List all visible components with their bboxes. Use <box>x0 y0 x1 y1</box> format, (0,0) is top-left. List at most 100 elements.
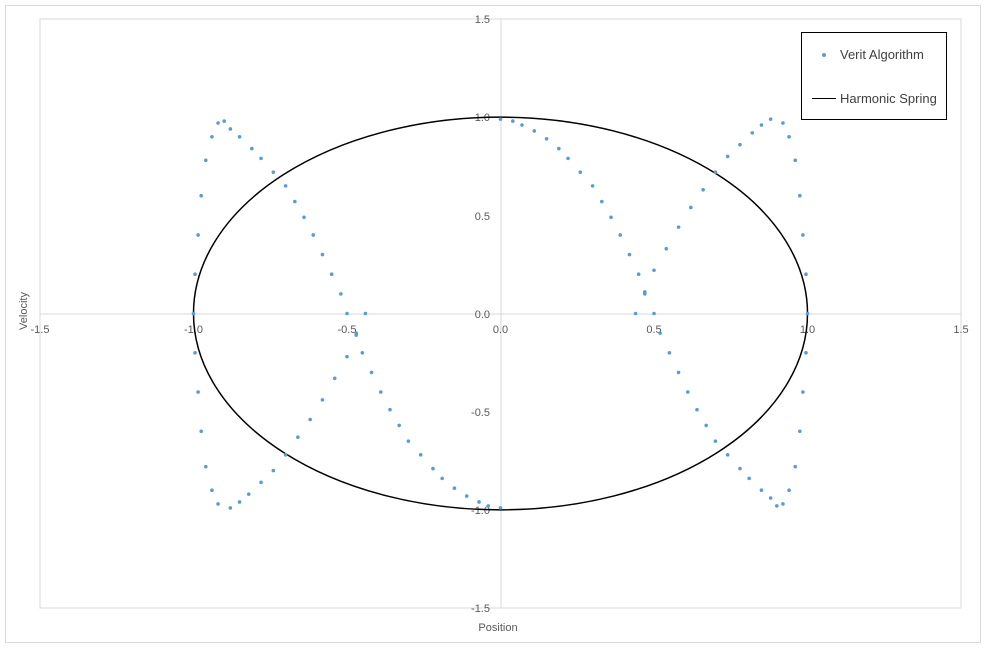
data-point <box>339 292 343 296</box>
data-point <box>701 188 705 192</box>
data-point <box>759 123 764 127</box>
data-point <box>210 135 214 139</box>
data-point <box>216 121 220 125</box>
data-point <box>738 142 742 147</box>
data-point <box>193 272 197 277</box>
data-point <box>388 407 392 412</box>
data-point <box>320 252 325 257</box>
data-point <box>793 158 798 163</box>
legend-item-harmonic-spring: Harmonic Spring <box>802 89 946 109</box>
data-point <box>440 476 444 481</box>
x-tick-label: -1.5 <box>31 324 50 336</box>
data-point <box>397 423 401 428</box>
data-point <box>713 170 718 174</box>
data-point <box>633 311 638 316</box>
legend-marker-dot-icon <box>822 53 826 57</box>
data-point <box>308 417 312 422</box>
data-point <box>296 435 300 439</box>
data-point <box>354 333 359 337</box>
data-point <box>557 146 561 151</box>
data-point <box>609 215 613 220</box>
data-point <box>618 233 623 237</box>
data-point <box>360 350 365 355</box>
data-point <box>804 272 808 277</box>
data-point <box>725 154 730 159</box>
data-point <box>498 117 503 121</box>
data-point <box>259 156 263 161</box>
y-tick-label: 0.5 <box>475 211 490 223</box>
data-point <box>781 121 785 125</box>
data-point <box>228 506 233 510</box>
data-point <box>486 504 491 508</box>
data-point <box>805 311 810 316</box>
data-point <box>510 119 515 123</box>
data-point <box>676 225 681 229</box>
data-point <box>759 488 764 493</box>
data-point <box>768 117 773 121</box>
data-point <box>798 429 802 434</box>
data-point <box>713 439 718 443</box>
data-point <box>590 184 595 188</box>
data-point <box>283 453 288 457</box>
data-point <box>329 272 334 277</box>
data-point <box>750 131 755 135</box>
data-point <box>793 464 798 469</box>
data-point <box>704 423 708 428</box>
data-point <box>191 311 196 316</box>
data-point <box>199 193 203 198</box>
data-point <box>259 480 263 485</box>
data-point <box>320 398 325 402</box>
data-point <box>775 504 779 508</box>
x-axis-title: Position <box>478 622 517 634</box>
legend-label: Harmonic Spring <box>840 91 937 106</box>
y-tick-label: 0.0 <box>475 309 490 321</box>
data-point <box>676 370 681 375</box>
data-point <box>695 407 699 412</box>
data-point <box>787 488 791 493</box>
data-point <box>210 488 214 493</box>
data-point <box>768 496 773 500</box>
y-tick-label: 1.5 <box>475 14 490 26</box>
data-point <box>658 331 662 335</box>
data-point <box>345 311 349 316</box>
data-point <box>203 158 208 163</box>
data-point <box>636 272 641 277</box>
data-point <box>566 156 570 161</box>
data-point <box>363 311 368 316</box>
data-point <box>689 205 693 210</box>
data-point <box>464 494 469 498</box>
data-point <box>311 233 316 237</box>
data-point <box>804 350 808 355</box>
data-point <box>747 476 751 481</box>
y-tick-labels: 1.5 1.0 0.5 0.0 -0.5 -1.0 -1.5 <box>471 14 490 615</box>
data-point <box>498 506 503 510</box>
data-point <box>302 215 306 220</box>
data-point <box>781 502 785 506</box>
data-point <box>378 390 383 394</box>
x-tick-labels: -1.5 -1.0 -0.5 0.0 0.5 1.0 1.5 <box>31 324 969 336</box>
data-point <box>271 468 276 473</box>
data-point <box>271 170 276 174</box>
data-point <box>406 439 411 443</box>
data-point <box>532 129 537 133</box>
data-point <box>798 193 802 198</box>
data-point <box>738 466 742 471</box>
x-tick-label: 0.0 <box>493 324 508 336</box>
data-point <box>801 233 805 237</box>
y-tick-label: -1.5 <box>471 603 490 615</box>
legend-line-icon <box>812 98 836 99</box>
x-tick-label: 1.5 <box>953 324 968 336</box>
data-point <box>222 119 226 123</box>
data-point <box>431 466 435 471</box>
data-point <box>216 502 220 506</box>
data-point <box>627 252 632 257</box>
y-axis-title: Velocity <box>18 292 30 330</box>
data-point <box>652 311 656 316</box>
data-point <box>452 486 457 491</box>
data-point <box>544 136 549 141</box>
data-point <box>332 376 337 381</box>
data-point <box>193 350 197 355</box>
data-point <box>652 268 656 273</box>
data-point <box>477 500 481 504</box>
data-point <box>250 146 254 151</box>
